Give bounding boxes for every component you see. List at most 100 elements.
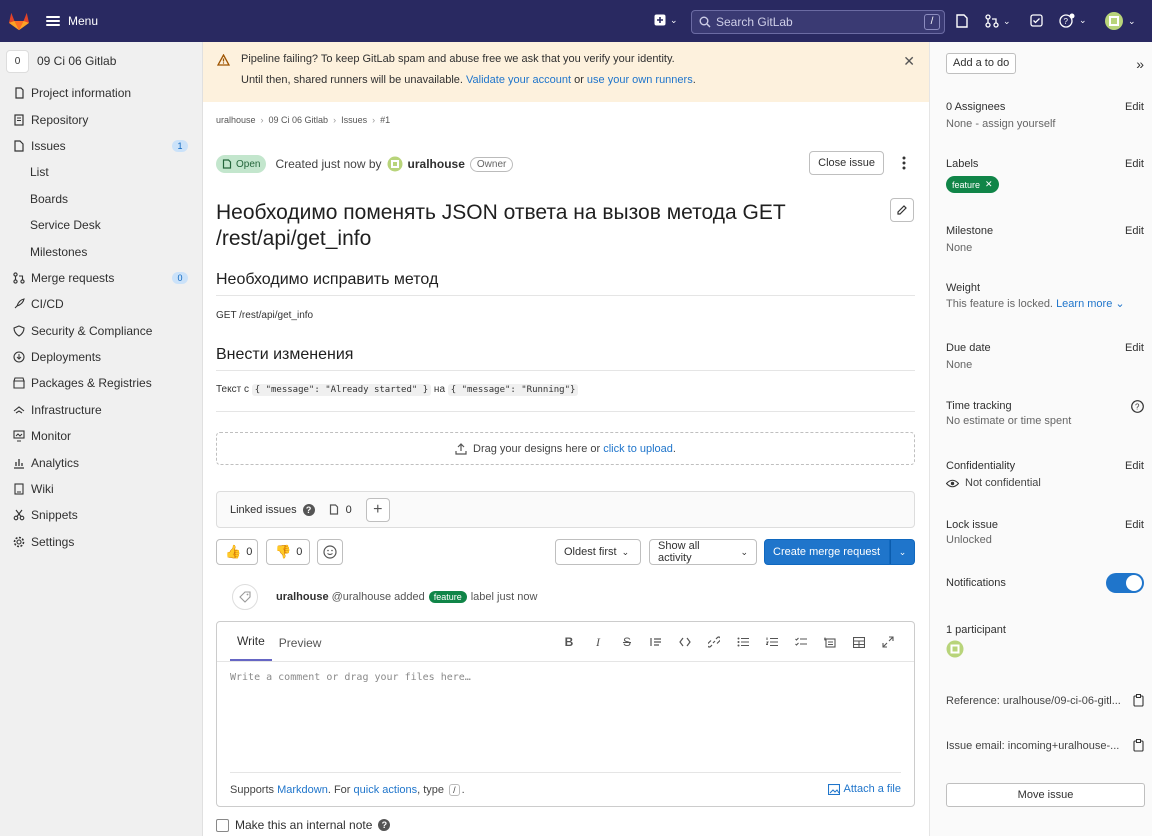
author-avatar[interactable] <box>387 156 403 172</box>
search-input[interactable]: Search GitLab / <box>691 10 945 34</box>
assign-yourself-link[interactable]: None - assign yourself <box>946 118 1144 130</box>
sidebar-item-service-desk[interactable]: Service Desk <box>0 212 202 238</box>
quick-actions-link[interactable]: quick actions <box>354 784 418 796</box>
markdown-link[interactable]: Markdown <box>277 784 328 796</box>
issues-nav-icon[interactable] <box>955 14 968 28</box>
close-alert-icon[interactable]: ✕ <box>903 53 915 70</box>
copy-icon[interactable] <box>1133 739 1144 752</box>
label-badge[interactable]: feature <box>428 591 467 603</box>
project-name: 09 Ci 06 Gitlab <box>37 54 117 68</box>
sidebar-item-infrastructure[interactable]: Infrastructure <box>0 397 202 423</box>
sidebar-item-milestones[interactable]: Milestones <box>0 238 202 264</box>
quote-icon[interactable] <box>648 634 664 650</box>
sidebar-item-packages-registries[interactable]: Packages & Registries <box>0 370 202 396</box>
close-issue-button[interactable]: Close issue <box>809 151 884 175</box>
remove-label-icon[interactable]: ✕ <box>985 179 993 190</box>
chevron-right-icon: › <box>260 115 264 125</box>
edit-confidentiality-button[interactable]: Edit <box>1125 460 1144 472</box>
user-avatar-dropdown[interactable]: ⌄ <box>1104 11 1136 31</box>
author-link[interactable]: uralhouse <box>408 157 465 171</box>
validate-account-link[interactable]: Validate your account <box>466 74 571 86</box>
new-dropdown-button[interactable]: ⌄ <box>654 14 678 26</box>
sidebar-item-deployments[interactable]: Deployments <box>0 344 202 370</box>
numbered-list-icon[interactable] <box>764 634 780 650</box>
sidebar-item-wiki[interactable]: Wiki <box>0 476 202 502</box>
sidebar-item-settings[interactable]: Settings <box>0 529 202 555</box>
activity-author[interactable]: uralhouse <box>276 591 329 603</box>
breadcrumb-item[interactable]: Issues <box>341 115 367 125</box>
copy-icon[interactable] <box>1133 694 1144 707</box>
breadcrumb-item[interactable]: #1 <box>380 115 390 125</box>
sidebar-item-analytics[interactable]: Analytics <box>0 449 202 475</box>
edit-due-date-button[interactable]: Edit <box>1125 342 1144 354</box>
tab-write[interactable]: Write <box>230 634 272 661</box>
sidebar-item-list[interactable]: List <box>0 159 202 185</box>
attach-file-button[interactable]: Attach a file <box>827 783 901 795</box>
help-icon[interactable]: ? <box>302 503 315 516</box>
notifications-toggle[interactable] <box>1106 573 1144 593</box>
edit-title-button[interactable] <box>890 198 914 222</box>
participant-avatar[interactable] <box>946 640 964 658</box>
edit-milestone-button[interactable]: Edit <box>1125 225 1144 237</box>
breadcrumb-item[interactable]: uralhouse <box>216 115 256 125</box>
edit-labels-button[interactable]: Edit <box>1125 158 1144 170</box>
feature-label[interactable]: feature ✕ <box>946 176 999 193</box>
italic-icon[interactable]: I <box>590 634 606 650</box>
activity-filter-dropdown[interactable]: Show all activity ⌄ <box>649 539 757 565</box>
code-icon[interactable] <box>677 634 693 650</box>
scissors-icon <box>12 508 26 522</box>
create-merge-request-button[interactable]: Create merge request <box>764 539 890 565</box>
internal-note-checkbox[interactable] <box>216 818 229 832</box>
sidebar-item-label: Settings <box>31 534 75 549</box>
plus-square-icon <box>654 14 666 26</box>
edit-lock-button[interactable]: Edit <box>1125 519 1144 531</box>
click-to-upload-link[interactable]: click to upload <box>603 443 673 455</box>
sort-dropdown[interactable]: Oldest first ⌄ <box>555 539 641 565</box>
kebab-menu-icon[interactable] <box>902 156 906 170</box>
sidebar-item-security-compliance[interactable]: Security & Compliance <box>0 318 202 344</box>
sidebar-item-project-information[interactable]: Project information <box>0 80 202 106</box>
issue-sidebar: Add a to do » 0 Assignees None - assign … <box>929 42 1152 836</box>
merge-requests-nav-icon[interactable]: ⌄ <box>985 14 1011 28</box>
thumbs-up-button[interactable]: 👍 0 <box>216 539 258 565</box>
project-header[interactable]: 0 09 Ci 06 Gitlab <box>0 42 202 80</box>
add-linked-issue-button[interactable]: + <box>365 497 390 522</box>
link-icon[interactable] <box>706 634 722 650</box>
bold-icon[interactable]: B <box>561 634 577 650</box>
learn-more-link[interactable]: Learn more ⌄ <box>1056 298 1125 310</box>
own-runners-link[interactable]: use your own runners <box>587 74 693 86</box>
sidebar-item-monitor[interactable]: Monitor <box>0 423 202 449</box>
sidebar-item-merge-requests[interactable]: Merge requests 0 <box>0 265 202 291</box>
sidebar-item-snippets[interactable]: Snippets <box>0 502 202 528</box>
help-icon[interactable]: ? <box>378 819 391 831</box>
todo-nav-icon[interactable] <box>1030 14 1043 27</box>
sidebar-item-issues[interactable]: Issues 1 <box>0 133 202 159</box>
create-mr-dropdown-toggle[interactable]: ⌄ <box>890 539 915 565</box>
bullet-list-icon[interactable] <box>735 634 751 650</box>
collapsible-icon[interactable] <box>822 634 838 650</box>
fullscreen-icon[interactable] <box>880 634 896 650</box>
edit-assignees-button[interactable]: Edit <box>1125 101 1144 113</box>
help-icon[interactable]: ? <box>1131 400 1144 413</box>
gitlab-logo-icon[interactable] <box>0 0 38 42</box>
issues-icon <box>12 139 26 153</box>
sidebar-item-repository[interactable]: Repository <box>0 106 202 132</box>
comment-textarea[interactable]: Write a comment or drag your files here… <box>230 672 471 683</box>
task-list-icon[interactable] <box>793 634 809 650</box>
collapse-sidebar-icon[interactable]: » <box>1136 56 1144 72</box>
strikethrough-icon[interactable]: S <box>619 634 635 650</box>
sidebar-item-ci-cd[interactable]: CI/CD <box>0 291 202 317</box>
add-reaction-button[interactable] <box>317 539 343 565</box>
tab-preview[interactable]: Preview <box>272 636 329 661</box>
help-dropdown-icon[interactable]: ? ⌄ <box>1059 13 1087 28</box>
table-icon[interactable] <box>851 634 867 650</box>
add-todo-button[interactable]: Add a to do <box>946 53 1017 74</box>
pipeline-alert: Pipeline failing? To keep GitLab spam an… <box>203 42 929 102</box>
internal-note-option: Make this an internal note ? <box>216 818 391 832</box>
menu-button[interactable]: Menu <box>46 14 98 28</box>
design-dropzone[interactable]: Drag your designs here or click to uploa… <box>216 432 915 465</box>
sidebar-item-boards[interactable]: Boards <box>0 186 202 212</box>
thumbs-down-button[interactable]: 👎 0 <box>266 539 310 565</box>
move-issue-button[interactable]: Move issue <box>946 783 1145 807</box>
breadcrumb-item[interactable]: 09 Ci 06 Gitlab <box>269 115 329 125</box>
